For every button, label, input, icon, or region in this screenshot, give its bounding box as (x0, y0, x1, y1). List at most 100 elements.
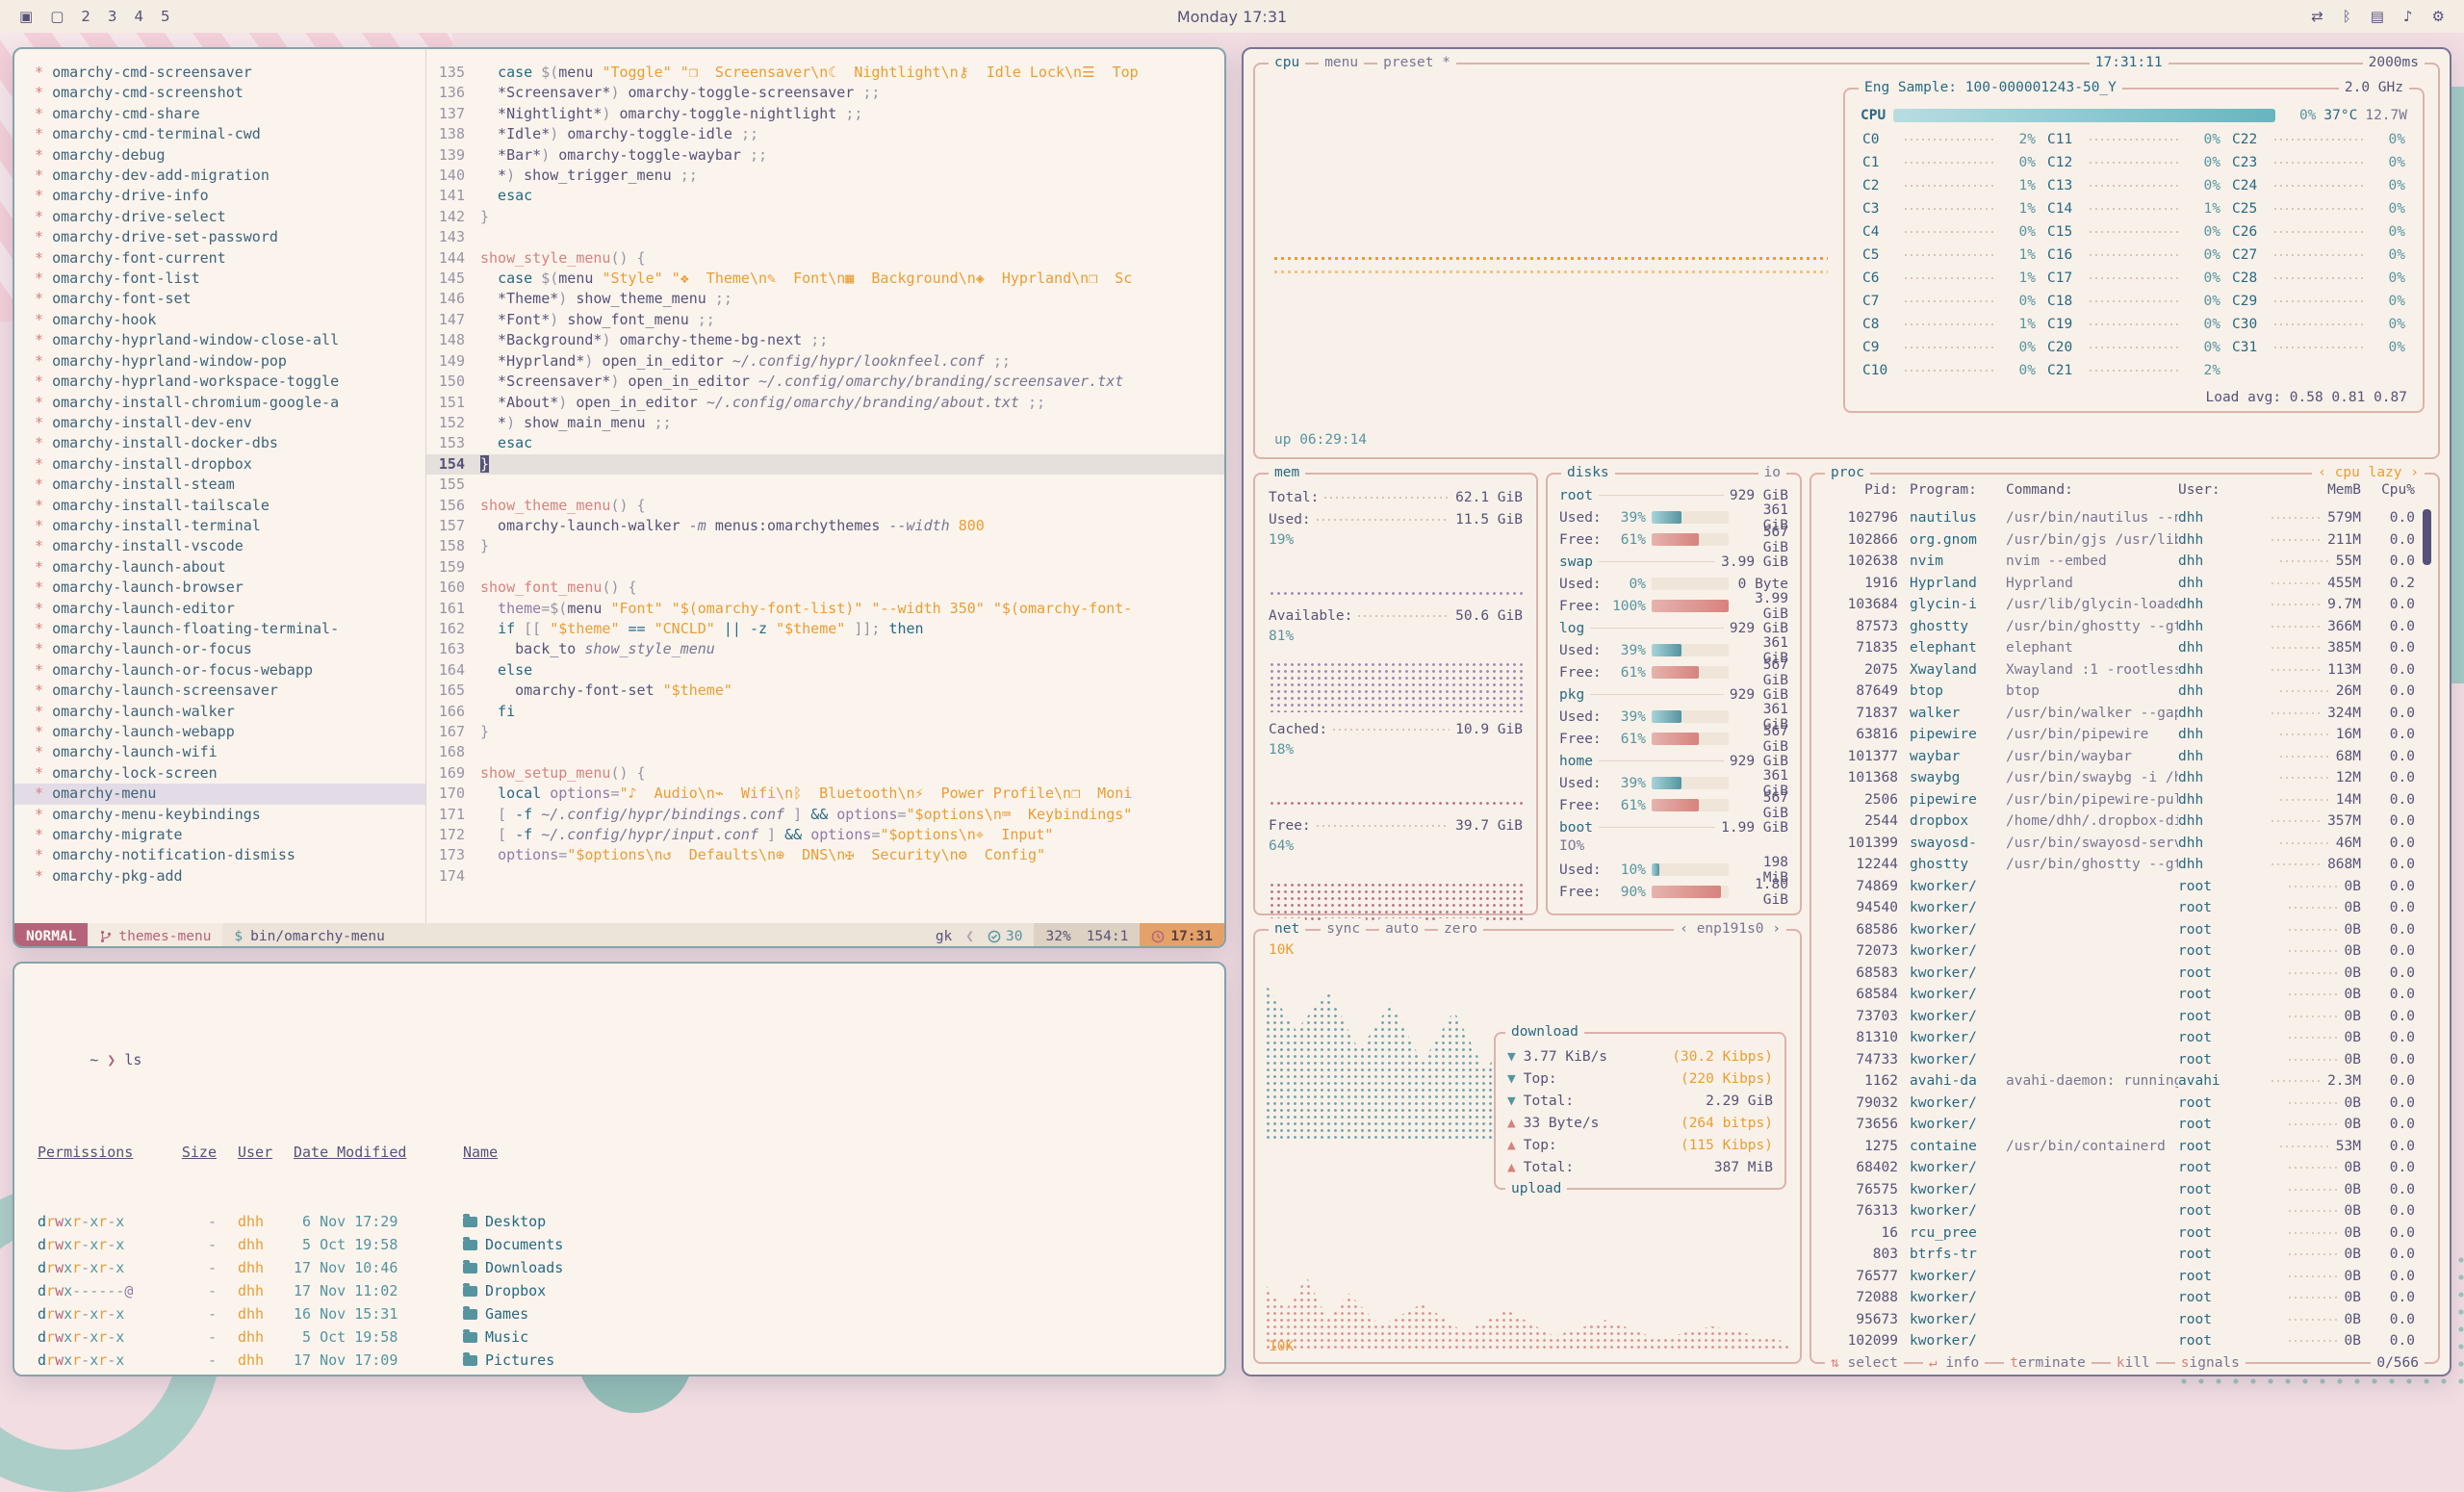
workspace-4[interactable]: 4 (134, 8, 143, 25)
proc-scrollbar[interactable] (2423, 509, 2431, 565)
code-line[interactable]: 149 *Hyprland*) open_in_editor ~/.config… (426, 351, 1224, 372)
update-interval[interactable]: 2000ms (2363, 52, 2425, 73)
process-row[interactable]: 102099kworker/root0B0.0 (1825, 1330, 2415, 1351)
code-line[interactable]: 166 fi (426, 702, 1224, 722)
code-line[interactable]: 161 theme=$(menu "Font" "$(omarchy-font-… (426, 599, 1224, 619)
list-item[interactable]: drwxr-xr-x-dhh 6 Nov 17:29Desktop (38, 1210, 1201, 1233)
screencast-icon[interactable]: ⇄ (2311, 8, 2323, 25)
process-row[interactable]: 87649btopbtopdhh26M0.0 (1825, 681, 2415, 703)
process-row[interactable]: 87573ghostty/usr/bin/ghostty --gtk-dhh36… (1825, 616, 2415, 638)
file-list-item[interactable]: * omarchy-launch-wifi (26, 742, 425, 762)
btop-tab-preset[interactable]: preset * (1377, 52, 1456, 73)
proc-column-header[interactable]: MemB (2247, 482, 2361, 498)
code-line[interactable]: 138 *Idle*) omarchy-toggle-idle ;; (426, 124, 1224, 144)
process-row[interactable]: 71835elephantelephantdhh385M0.0 (1825, 637, 2415, 659)
file-list-item[interactable]: * omarchy-lock-screen (26, 763, 425, 784)
process-row[interactable]: 68402kworker/root0B0.0 (1825, 1157, 2415, 1179)
file-list-item[interactable]: * omarchy-launch-about (26, 557, 425, 578)
workspace-5[interactable]: 5 (161, 8, 170, 25)
code-line[interactable]: 164 else (426, 660, 1224, 681)
process-row[interactable]: 101377waybar/usr/bin/waybardhh68M0.0 (1825, 746, 2415, 768)
file-list-item[interactable]: * omarchy-debug (26, 145, 425, 166)
process-row[interactable]: 103684glycin-i/usr/lib/glycin-loadersdhh… (1825, 594, 2415, 616)
process-row[interactable]: 68586kworker/root0B0.0 (1825, 919, 2415, 941)
workspace-window-icon[interactable]: ▢ (50, 8, 64, 25)
file-list-item[interactable]: * omarchy-launch-browser (26, 578, 425, 598)
file-list-item[interactable]: * omarchy-launch-screensaver (26, 681, 425, 701)
process-row[interactable]: 73703kworker/root0B0.0 (1825, 1006, 2415, 1028)
process-row[interactable]: 102866org.gnom/usr/bin/gjs /usr/lib/odhh… (1825, 529, 2415, 552)
bluetooth-icon[interactable]: ᛒ (2343, 8, 2351, 25)
code-line[interactable]: 171 [ -f ~/.config/hypr/bindings.conf ] … (426, 805, 1224, 825)
process-row[interactable]: 12244ghostty/usr/bin/ghostty --gtk-dhh86… (1825, 854, 2415, 876)
list-item[interactable]: drwxr-xr-x-dhh 5 Oct 19:58Music (38, 1325, 1201, 1349)
code-line[interactable]: 151 *About*) open_in_editor ~/.config/om… (426, 393, 1224, 413)
file-list-item[interactable]: * omarchy-launch-or-focus (26, 639, 425, 659)
code-line[interactable]: 144show_style_menu() { (426, 248, 1224, 269)
code-line[interactable]: 154} (426, 454, 1224, 475)
process-row[interactable]: 2506pipewire/usr/bin/pipewire-pulsedhh14… (1825, 789, 2415, 811)
proc-column-header[interactable]: Program: (1898, 482, 2006, 498)
proc-column-header[interactable]: User: (2178, 482, 2247, 498)
file-list-item[interactable]: * omarchy-cmd-share (26, 104, 425, 124)
file-list-item[interactable]: * omarchy-cmd-screenshot (26, 83, 425, 103)
file-list-item[interactable]: * omarchy-drive-set-password (26, 227, 425, 247)
process-row[interactable]: 76575kworker/root0B0.0 (1825, 1179, 2415, 1201)
process-row[interactable]: 74869kworker/root0B0.0 (1825, 876, 2415, 898)
code-line[interactable]: 173 options="$options\n↺ Defaults\n⊕ DNS… (426, 845, 1224, 865)
list-item[interactable]: drwxr-xr-x-dhh16 Nov 15:31Games (38, 1302, 1201, 1325)
process-row[interactable]: 81310kworker/root0B0.0 (1825, 1027, 2415, 1049)
process-row[interactable]: 63816pipewire/usr/bin/pipewiredhh16M0.0 (1825, 724, 2415, 746)
process-row[interactable]: 1916HyprlandHyprlanddhh455M0.2 (1825, 573, 2415, 595)
file-list-item[interactable]: * omarchy-font-list (26, 269, 425, 289)
terminal-window[interactable]: ~ ❯ ls PermissionsSizeUserDate ModifiedN… (13, 962, 1226, 1376)
code-line[interactable]: 174 (426, 866, 1224, 887)
process-row[interactable]: 71837walker/usr/bin/walker --gappldhh324… (1825, 703, 2415, 725)
code-line[interactable]: 170 local options="♪ Audio\n⌁ Wifi\nᛒ Bl… (426, 784, 1224, 804)
file-list-item[interactable]: * omarchy-drive-info (26, 186, 425, 206)
file-list-item[interactable]: * omarchy-font-set (26, 289, 425, 309)
process-row[interactable]: 72073kworker/root0B0.0 (1825, 940, 2415, 963)
file-list-item[interactable]: * omarchy-pkg-add (26, 866, 425, 887)
code-line[interactable]: 169show_setup_menu() { (426, 763, 1224, 784)
process-row[interactable]: 102796nautilus/usr/bin/nautilus --newdhh… (1825, 507, 2415, 529)
file-list-item[interactable]: * omarchy-launch-floating-terminal- (26, 619, 425, 639)
process-row[interactable]: 2075XwaylandXwayland :1 -rootless -dhh11… (1825, 659, 2415, 682)
code-lines[interactable]: 135 case $(menu "Toggle" "❒ Screensaver\… (426, 49, 1224, 923)
file-list-item[interactable]: * omarchy-menu (14, 784, 425, 804)
proc-rows[interactable]: 102796nautilus/usr/bin/nautilus --newdhh… (1825, 507, 2415, 1351)
proc-column-header[interactable]: Command: (2006, 482, 2178, 498)
process-row[interactable]: 79032kworker/root0B0.0 (1825, 1093, 2415, 1115)
terminal-body[interactable]: ~ ❯ ls PermissionsSizeUserDate ModifiedN… (14, 964, 1224, 1376)
process-row[interactable]: 76577kworker/root0B0.0 (1825, 1266, 2415, 1288)
file-list-item[interactable]: * omarchy-launch-editor (26, 599, 425, 619)
net-button-zero[interactable]: zero (1438, 918, 1483, 939)
process-row[interactable]: 1275containe/usr/bin/containerdroot53M0.… (1825, 1136, 2415, 1158)
code-line[interactable]: 152 *) show_main_menu ;; (426, 413, 1224, 433)
process-row[interactable]: 74733kworker/root0B0.0 (1825, 1049, 2415, 1071)
net-button-sync[interactable]: sync (1321, 918, 1366, 939)
file-list-item[interactable]: * omarchy-hyprland-window-close-all (26, 330, 425, 350)
file-list-item[interactable]: * omarchy-cmd-screensaver (26, 63, 425, 83)
file-list-item[interactable]: * omarchy-font-current (26, 248, 425, 269)
file-list-item[interactable]: * omarchy-launch-walker (26, 702, 425, 722)
file-list-item[interactable]: * omarchy-launch-webapp (26, 722, 425, 742)
list-item[interactable]: drwxr-xr-x-dhh 5 Oct 19:58Documents (38, 1233, 1201, 1256)
list-item[interactable]: drwx------@-dhh17 Nov 11:02Dropbox (38, 1279, 1201, 1302)
proc-footer-info[interactable]: ↵ info (1923, 1352, 1985, 1374)
btop-tab-cpu[interactable]: cpu (1269, 52, 1305, 73)
code-line[interactable]: 158} (426, 536, 1224, 556)
code-line[interactable]: 150 *Screensaver*) open_in_editor ~/.con… (426, 372, 1224, 392)
process-row[interactable]: 1162avahi-daavahi-daemon: running [avahi… (1825, 1070, 2415, 1093)
proc-footer-terminate[interactable]: terminate (2004, 1352, 2092, 1374)
process-row[interactable]: 16rcu_preeroot0B0.0 (1825, 1222, 2415, 1245)
net-button-auto[interactable]: auto (1379, 918, 1424, 939)
code-line[interactable]: 145 case $(menu "Style" "❖ Theme\n✎ Font… (426, 269, 1224, 289)
code-line[interactable]: 148 *Background*) omarchy-theme-bg-next … (426, 330, 1224, 350)
disks-title[interactable]: disks (1561, 462, 1615, 483)
io-mode-button[interactable]: io (1758, 462, 1786, 483)
file-list-item[interactable]: * omarchy-install-terminal (26, 516, 425, 536)
proc-column-header[interactable]: Pid: (1825, 482, 1898, 498)
process-row[interactable]: 95673kworker/root0B0.0 (1825, 1309, 2415, 1331)
code-line[interactable]: 137 *Nightlight*) omarchy-toggle-nightli… (426, 104, 1224, 124)
